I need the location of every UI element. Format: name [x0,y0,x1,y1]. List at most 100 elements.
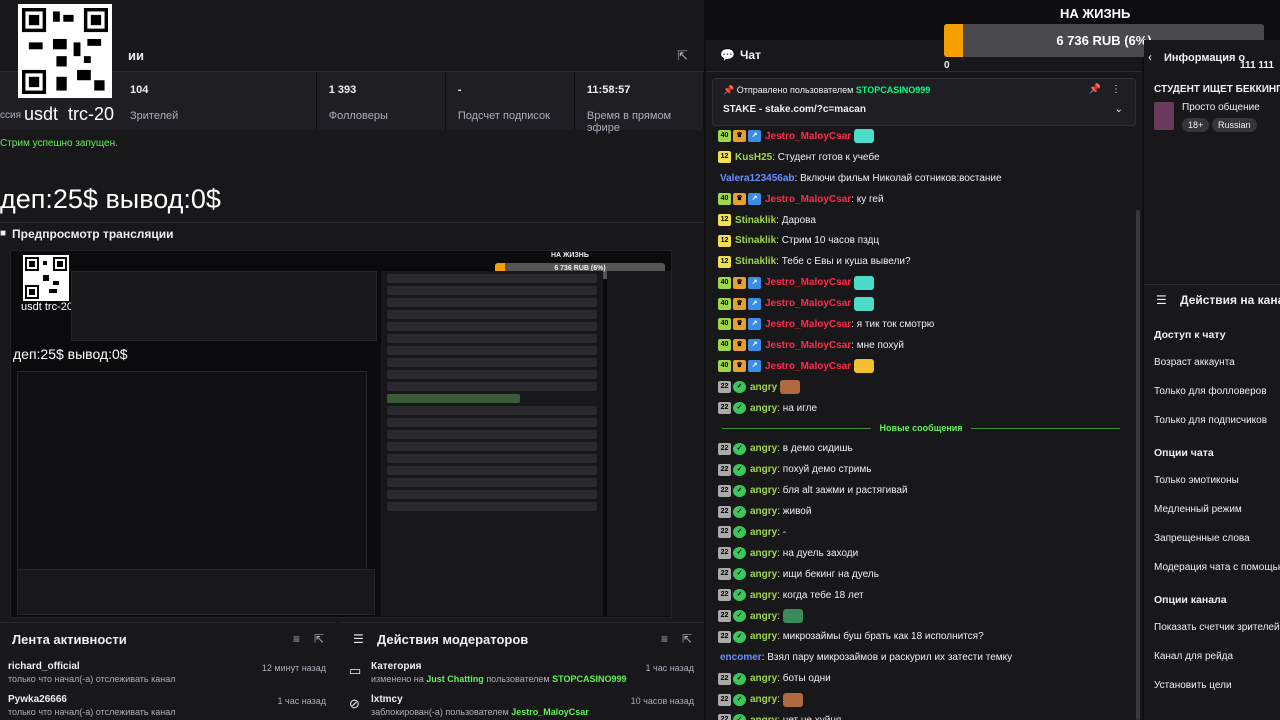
chat-message[interactable]: 40 ♛ ↗ Jestro_MaloyCsar: мне похуй [706,335,1136,356]
gray-badge-icon: 22 [718,714,731,720]
option-followers-only[interactable]: Только для фолловеров [1154,386,1267,397]
chat-scrollbar[interactable] [1136,210,1140,720]
option-subs-only[interactable]: Только для подписчиков [1154,415,1267,426]
chat-message[interactable]: 40 ♛ ↗ Jestro_MaloyCsar: ку гей [706,189,1136,210]
chat-message[interactable]: 40 ♛ ↗ Jestro_MaloyCsar [706,126,1136,147]
chat-username[interactable]: Jestro_MaloyCsar [765,319,851,330]
chat-username[interactable]: angry [750,506,777,517]
chat-message[interactable]: 12 Stinaklik: Стрим 10 часов пздц [706,230,1136,251]
chat-message[interactable]: 22 ✓ angry: в демо сидишь [706,438,1136,459]
chat-username[interactable]: angry [750,611,777,622]
filter-icon[interactable]: ≡ [661,632,668,646]
chat-username[interactable]: angry [750,527,777,538]
chat-message[interactable]: 22 ✓ angry: боты одни [706,668,1136,689]
chat-message[interactable]: 40 ♛ ↗ Jestro_MaloyCsar [706,356,1136,377]
deposit-overlay-text: деп:25$ вывод:0$ [0,184,221,214]
chat-message[interactable]: 22 ✓ angry: [706,606,1136,627]
tag-badge[interactable]: 18+ [1182,118,1210,132]
chat-username[interactable]: angry [750,715,777,720]
chevron-left-icon[interactable]: ‹ [1148,50,1152,64]
option-banned-words[interactable]: Запрещенные слова [1154,533,1250,544]
emote-icon[interactable] [854,129,875,144]
stat-label: Зрителей [130,110,179,122]
chat-message[interactable]: encomer: Взял пару микрозаймов и раскури… [706,647,1136,668]
chat-username[interactable]: Stinaklik [735,235,776,246]
chat-username[interactable]: angry [750,464,777,475]
emote-icon[interactable] [780,380,801,395]
moderator-badge-icon: ↗ [748,276,761,289]
chat-message[interactable]: 22 ✓ angry: бля alt зажми и растягивай [706,480,1136,501]
mod-action-item[interactable]: ⊘ lxtmcy заблокирован(-а) пользователем … [341,688,704,720]
chevron-down-icon[interactable]: ⌄ [1115,104,1123,115]
dashboard: ии ⇱ 104 Зрителей 1 393 Фолловеры - Подс… [0,0,1280,720]
chat-message[interactable]: 22 ✓ angry: на дуель заходи [706,543,1136,564]
emote-icon[interactable] [783,692,804,707]
option-raid-channel[interactable]: Канал для рейда [1154,651,1233,662]
popout-icon[interactable]: ⇱ [314,632,324,646]
activity-item[interactable]: Pywka26666 только что начал(-а) отслежив… [0,688,336,720]
category-thumbnail[interactable] [1154,102,1174,130]
chat-text: : Взял пару микрозаймов и раскурил их за… [761,652,1013,664]
chat-username[interactable]: Jestro_MaloyCsar [765,131,851,142]
preview-title: Предпросмотр трансляции [12,227,174,241]
stream-title: СТУДЕНТ ИЩЕТ БЕККИНГ [1154,84,1280,95]
pinned-message[interactable]: 📌 Отправлено пользователем STOPCASINO999… [712,78,1136,126]
option-account-age[interactable]: Возраст аккаунта [1154,357,1235,368]
activity-item[interactable]: richard_official только что начал(-а) от… [0,655,336,688]
emote-icon[interactable] [783,609,804,624]
chat-username[interactable]: Jestro_MaloyCsar [765,340,851,351]
chat-username[interactable]: Jestro_MaloyCsar [765,277,851,288]
chat-message[interactable]: Valera123456ab: Включи фильм Николай сот… [706,168,1136,189]
chat-username[interactable]: encomer [720,652,762,663]
chat-username[interactable]: angry [750,382,777,393]
option-set-goals[interactable]: Установить цели [1154,680,1232,691]
chat-message[interactable]: 40 ♛ ↗ Jestro_MaloyCsar [706,293,1136,314]
chat-message[interactable]: 22 ✓ angry: ищи бекинг на дуель [706,564,1136,585]
emote-icon[interactable] [854,359,875,374]
chat-username[interactable]: KusH25 [735,152,772,163]
chat-username[interactable]: angry [750,403,777,414]
chat-message[interactable]: 22 ✓ angry: живой [706,501,1136,522]
chat-message[interactable]: 22 ✓ angry [706,377,1136,398]
option-emote-only[interactable]: Только эмотиконы [1154,475,1239,486]
more-options-icon[interactable]: ⋮ [1111,84,1121,95]
popout-icon[interactable]: ⇱ [682,632,692,646]
chat-message[interactable]: 22 ✓ angry: - [706,522,1136,543]
chat-username[interactable]: angry [750,569,777,580]
chat-username[interactable]: angry [750,673,777,684]
chat-username[interactable]: Jestro_MaloyCsar [765,298,851,309]
chat-message[interactable]: 40 ♛ ↗ Jestro_MaloyCsar [706,272,1136,293]
chat-username[interactable]: Jestro_MaloyCsar [765,194,851,205]
emote-icon[interactable] [854,296,875,311]
chat-message[interactable]: 12 Stinaklik: Дарова [706,210,1136,231]
chat-message[interactable]: 40 ♛ ↗ Jestro_MaloyCsar: я тик ток смотрю [706,314,1136,335]
option-chat-moderation[interactable]: Модерация чата с помощью [1154,562,1280,573]
emote-icon[interactable] [854,275,875,290]
chat-message[interactable]: 12 Stinaklik: Тебе с Евы и куша вывели? [706,251,1136,272]
filter-icon[interactable]: ≡ [293,632,300,646]
chat-username[interactable]: angry [750,485,777,496]
chat-message[interactable]: 22✓ angry: нет не хуйня [706,710,1136,720]
chat-message[interactable]: 22 ✓ angry: похуй демо стримь [706,459,1136,480]
chat-username[interactable]: angry [750,590,777,601]
chat-username[interactable]: angry [750,694,777,705]
chat-username[interactable]: angry [750,548,777,559]
option-viewer-count[interactable]: Показать счетчик зрителей [1154,622,1280,633]
chat-username[interactable]: Stinaklik [735,256,776,267]
chat-username[interactable]: Stinaklik [735,215,776,226]
chat-message[interactable]: 22 ✓ angry: [706,689,1136,710]
chat-username[interactable]: angry [750,443,777,454]
chat-message[interactable]: 22 ✓ angry: когда тебе 18 лет [706,585,1136,606]
category-name[interactable]: Просто общение [1182,102,1260,113]
chat-message[interactable]: 12 KusH25: Студент готов к учебе [706,147,1136,168]
chat-message[interactable]: 22 ✓ angry: на игле [706,398,1136,419]
chat-username[interactable]: Jestro_MaloyCsar [765,361,851,372]
chat-message[interactable]: 22 ✓ angry: микрозаймы буш брать как 18 ис… [706,626,1136,647]
chat-username[interactable]: Valera123456ab [720,173,795,184]
pin-icon[interactable]: 📌 [1089,84,1101,95]
mod-action-item[interactable]: ▭ Категория изменено на Just Chatting по… [341,655,704,688]
chat-username[interactable]: angry [750,631,777,642]
tag-badge[interactable]: Russian [1212,118,1257,132]
popout-icon[interactable]: ⇱ [677,48,688,64]
option-slow-mode[interactable]: Медленный режим [1154,504,1242,515]
